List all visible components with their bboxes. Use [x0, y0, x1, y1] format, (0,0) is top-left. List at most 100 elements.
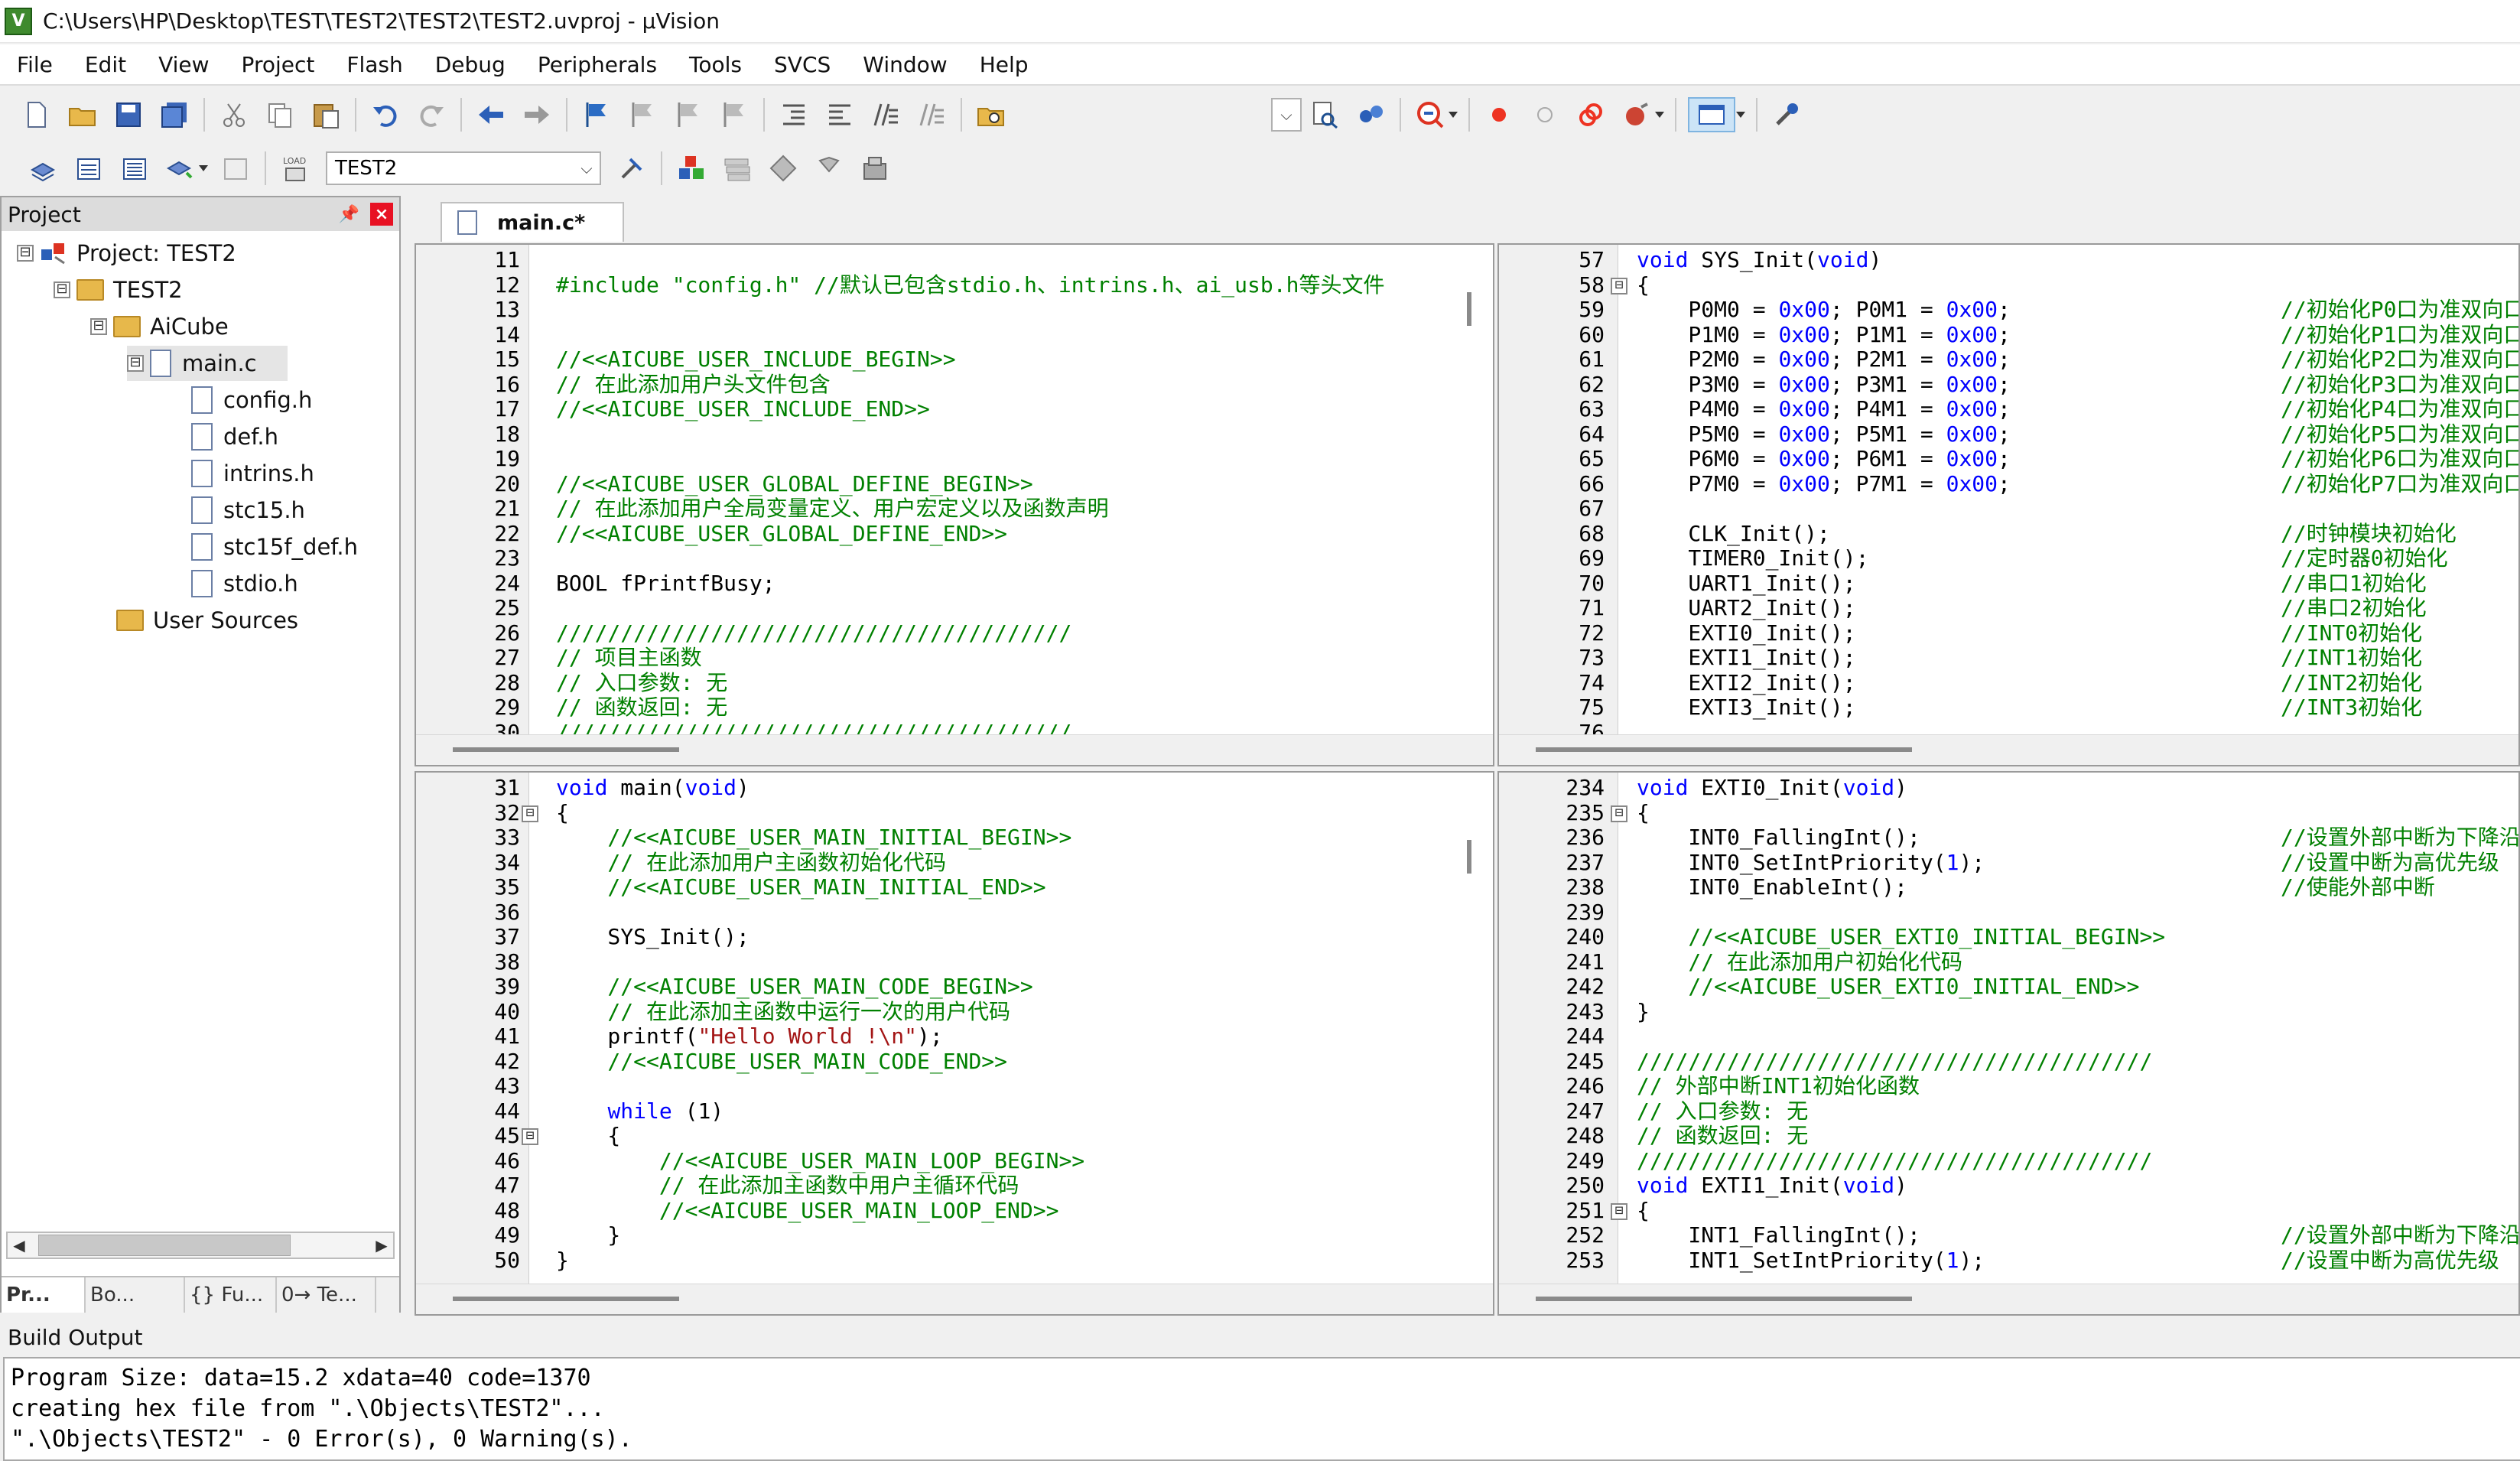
redo-icon[interactable]	[414, 97, 449, 132]
chevron-down-icon[interactable]	[199, 165, 208, 171]
indent-icon[interactable]	[776, 97, 811, 132]
project-tab[interactable]: Bo...	[86, 1277, 185, 1313]
editor-pane[interactable]: 57 void SYS_Init(void) 58 ⊟ {59 P0M0 = 0x00;…	[1497, 243, 2520, 766]
code-area[interactable]: 31 void main(void) 32 ⊟{33 //<<AICUBE_USER_…	[416, 773, 1493, 1284]
menu-edit[interactable]: Edit	[68, 44, 141, 85]
tree-item[interactable]: User Sources	[116, 603, 298, 638]
clear-bookmarks-icon[interactable]	[717, 97, 752, 132]
paste-icon[interactable]	[308, 97, 343, 132]
collapse-icon[interactable]: ⊟	[127, 355, 144, 372]
batch-build-icon[interactable]	[163, 151, 198, 186]
pin-icon[interactable]: 📌	[339, 205, 359, 224]
fold-icon[interactable]: ⊟	[522, 1128, 538, 1145]
pane-horizontal-scrollbar[interactable]	[416, 1284, 1493, 1314]
tree-item[interactable]: ⊟ main.c	[127, 346, 288, 381]
next-bookmark-icon[interactable]	[671, 97, 706, 132]
bookmark-icon[interactable]	[579, 97, 614, 132]
tree-item[interactable]: stc15f_def.h	[191, 529, 358, 565]
fold-icon[interactable]: ⊟	[1611, 805, 1627, 822]
find-in-files-icon[interactable]	[974, 97, 1009, 132]
pane-horizontal-scrollbar[interactable]	[1499, 734, 2518, 765]
configure-icon[interactable]	[1619, 97, 1654, 132]
fold-icon[interactable]: ⊟	[1611, 1202, 1627, 1220]
menu-view[interactable]: View	[141, 44, 224, 85]
navigate-back-icon[interactable]	[473, 97, 509, 132]
menu-window[interactable]: Window	[846, 44, 962, 85]
menu-project[interactable]: Project	[225, 44, 330, 85]
tab-main-c[interactable]: main.c*	[441, 202, 624, 242]
collapse-icon[interactable]: ⊟	[54, 281, 70, 298]
code-area[interactable]: 234 void EXTI0_Init(void) 235 ⊟ {236 INT0_Fa…	[1499, 773, 2518, 1284]
tree-item[interactable]: config.h	[191, 382, 312, 418]
incremental-find-icon[interactable]	[1353, 97, 1388, 132]
chevron-down-icon[interactable]	[1449, 112, 1458, 118]
editor-pane[interactable]: 234 void EXTI0_Init(void) 235 ⊟ {236 INT0_Fa…	[1497, 771, 2520, 1316]
find-combo-dropdown[interactable]: ⌵	[1271, 98, 1302, 132]
scroll-left-icon[interactable]: ◀	[8, 1236, 31, 1254]
kill-breakpoints-icon[interactable]	[1573, 97, 1608, 132]
vertical-scrollbar-thumb[interactable]	[1467, 840, 1471, 874]
manage-project-items-icon[interactable]	[674, 151, 709, 186]
manage-rte-icon[interactable]	[766, 151, 801, 186]
unindent-icon[interactable]	[822, 97, 857, 132]
chevron-down-icon[interactable]	[1736, 112, 1745, 118]
new-file-icon[interactable]	[19, 97, 54, 132]
build-icon[interactable]	[71, 151, 106, 186]
editor-pane[interactable]: 31 void main(void) 32 ⊟{33 //<<AICUBE_USER_…	[415, 771, 1494, 1316]
copy-icon[interactable]	[262, 97, 298, 132]
pane-horizontal-scrollbar[interactable]	[1499, 1284, 2518, 1314]
fold-icon[interactable]: ⊟	[522, 805, 538, 822]
scrollbar-thumb[interactable]	[453, 1297, 679, 1301]
window-layout-icon[interactable]	[1688, 97, 1735, 132]
comment-icon[interactable]	[868, 97, 903, 132]
chevron-down-icon[interactable]	[1655, 112, 1664, 118]
disable-breakpoint-icon[interactable]	[1527, 97, 1562, 132]
find-icon[interactable]	[1307, 97, 1342, 132]
menu-svcs[interactable]: SVCS	[757, 44, 846, 85]
tools-icon[interactable]	[1769, 97, 1804, 132]
menu-file[interactable]: File	[0, 44, 68, 85]
menu-peripherals[interactable]: Peripherals	[521, 44, 672, 85]
select-packs-icon[interactable]	[720, 151, 755, 186]
tree-item[interactable]: stdio.h	[191, 566, 298, 601]
rebuild-icon[interactable]	[117, 151, 152, 186]
editor-pane[interactable]: 11 12 #include "config.h" //默认已包含stdio.h、i…	[415, 243, 1494, 766]
scrollbar-thumb[interactable]	[1536, 747, 1912, 752]
cut-icon[interactable]	[216, 97, 252, 132]
project-horizontal-scrollbar[interactable]: ◀ ▶	[6, 1232, 395, 1259]
menu-tools[interactable]: Tools	[672, 44, 757, 85]
pack-installer-icon[interactable]	[811, 151, 847, 186]
download-icon[interactable]: LOAD	[278, 151, 313, 186]
software-components-icon[interactable]	[857, 151, 893, 186]
open-file-icon[interactable]	[65, 97, 100, 132]
close-icon[interactable]: ×	[370, 203, 393, 226]
save-all-icon[interactable]	[157, 97, 192, 132]
code-area[interactable]: 11 12 #include "config.h" //默认已包含stdio.h、i…	[416, 245, 1493, 735]
tree-item[interactable]: ⊟ TEST2	[54, 272, 183, 307]
project-tab[interactable]: Pr...	[2, 1277, 86, 1313]
menu-flash[interactable]: Flash	[330, 44, 418, 85]
tree-item[interactable]: ⊟ AiCube	[90, 309, 229, 344]
stop-build-icon[interactable]	[218, 151, 253, 186]
target-options-icon[interactable]	[614, 151, 649, 186]
fold-icon[interactable]: ⊟	[1611, 277, 1627, 294]
scrollbar-thumb[interactable]	[453, 747, 679, 752]
code-area[interactable]: 57 void SYS_Init(void) 58 ⊟ {59 P0M0 = 0x00;…	[1499, 245, 2518, 735]
translate-icon[interactable]	[25, 151, 60, 186]
breakpoint-icon[interactable]	[1481, 97, 1517, 132]
tree-item[interactable]: stc15.h	[191, 493, 305, 528]
prev-bookmark-icon[interactable]	[625, 97, 660, 132]
scrollbar-thumb[interactable]	[1536, 1297, 1912, 1301]
pane-horizontal-scrollbar[interactable]	[416, 734, 1493, 765]
save-icon[interactable]	[111, 97, 146, 132]
target-select[interactable]: TEST2 ⌵	[326, 151, 601, 185]
undo-icon[interactable]	[368, 97, 403, 132]
tree-item[interactable]: def.h	[191, 419, 278, 454]
vertical-scrollbar-thumb[interactable]	[1467, 292, 1471, 326]
project-tab[interactable]: {} Fu...	[185, 1277, 277, 1313]
scrollbar-thumb[interactable]	[38, 1235, 291, 1256]
scroll-right-icon[interactable]: ▶	[370, 1236, 393, 1254]
debug-start-icon[interactable]	[1413, 97, 1448, 132]
collapse-icon[interactable]: ⊟	[17, 245, 34, 262]
uncomment-icon[interactable]	[914, 97, 949, 132]
